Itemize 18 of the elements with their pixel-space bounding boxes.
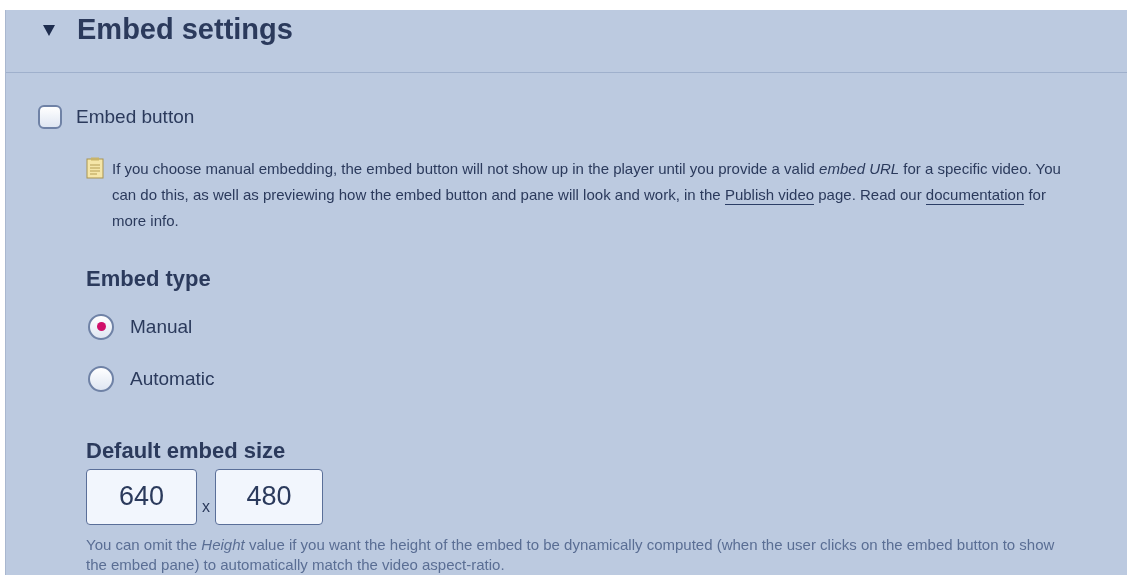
radio-label: Manual: [130, 314, 193, 339]
embed-size-heading: Default embed size: [86, 436, 287, 465]
info-note: If you choose manual embedding, the embed button will not show up in the player until you provide a valid embed URL for a specific video. You can do this, as well as previewing how the embed button and pane will look and work, in the Publish video page. Read our documentation for more info.: [112, 158, 1062, 231]
help-text: You can omit the Height value if you want the height of the embed to be dynamically computed (when the user clicks on the embed button to show the embed pane) to automatically match the video aspect-ratio.: [86, 534, 1056, 575]
link[interactable]: Publish video: [724, 185, 815, 205]
checkbox[interactable]: [38, 105, 62, 130]
section-title: Embed settings: [77, 12, 293, 48]
link[interactable]: documentation: [925, 185, 1025, 205]
size-separator: x: [202, 496, 210, 517]
embed-type-heading: Embed type: [86, 264, 212, 293]
radio-label: Automatic: [130, 367, 215, 391]
radio-button[interactable]: [88, 313, 114, 340]
checkbox-label: Embed button: [76, 105, 195, 129]
height-field[interactable]: 480: [215, 468, 323, 525]
width-field[interactable]: 640: [86, 468, 197, 525]
caret-icon[interactable]: [43, 24, 55, 36]
radio-button[interactable]: [88, 366, 114, 393]
notepad-icon: [86, 156, 104, 179]
